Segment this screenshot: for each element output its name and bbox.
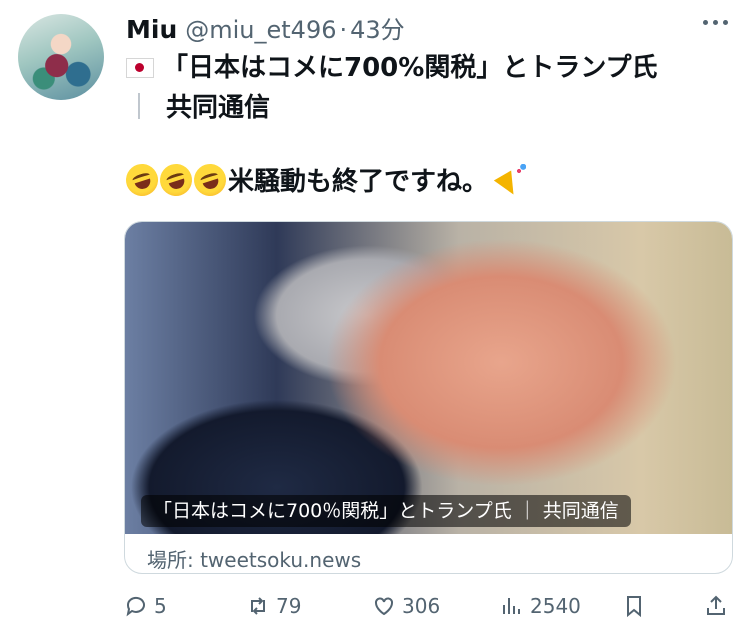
share-button[interactable] (704, 594, 728, 618)
repost-icon (251, 597, 265, 615)
view-count: 2540 (530, 594, 581, 618)
post-text-line-1: 「日本はコメに700%関税」とトランプ氏 (126, 48, 730, 88)
post-text-line-2: ｜ 共同通信 (126, 88, 730, 128)
avatar[interactable] (18, 14, 104, 100)
heart-icon (375, 597, 393, 616)
card-caption: 「日本はコメに700％関税」とトランプ氏 ｜ 共同通信 (141, 495, 631, 527)
post-time[interactable]: 43分 (350, 10, 405, 45)
author-name[interactable]: Miu (126, 15, 177, 44)
author-handle[interactable]: @miu_et496 (185, 16, 336, 44)
views-icon (503, 598, 520, 614)
reply-count: 5 (154, 594, 167, 618)
views-button[interactable]: 2540 (500, 594, 581, 618)
source-separator: ｜ (126, 93, 153, 123)
share-icon (707, 595, 725, 615)
bookmark-button[interactable] (622, 594, 646, 618)
like-button[interactable]: 306 (372, 594, 440, 618)
laugh-icon (155, 159, 197, 201)
laugh-icon (121, 159, 163, 201)
post-comment: 米騒動も終了ですね。 (228, 167, 489, 197)
reply-button[interactable]: 5 (124, 594, 167, 618)
repost-count: 79 (276, 594, 302, 618)
link-card[interactable]: 「日本はコメに700％関税」とトランプ氏 ｜ 共同通信 場所: tweetsok… (124, 221, 733, 574)
post-headline: 「日本はコメに700%関税」とトランプ氏 (162, 53, 658, 83)
post-text-line-3: 米騒動も終了ですね。 (121, 159, 730, 202)
separator-dot: · (339, 16, 348, 44)
like-count: 306 (402, 594, 441, 618)
more-options-icon[interactable] (703, 20, 728, 25)
japan-flag-icon (126, 58, 154, 78)
laugh-icon (189, 159, 231, 201)
party-popper-icon (494, 164, 528, 198)
post-source: 共同通信 (166, 93, 271, 123)
reply-icon (126, 596, 145, 617)
post-header: Miu @miu_et496 · 43分 (126, 10, 732, 44)
action-bar: 5 79 306 2540 (124, 594, 734, 624)
repost-button[interactable]: 79 (246, 594, 301, 618)
card-source: 場所: tweetsoku.news (147, 548, 362, 572)
bookmark-icon (627, 596, 641, 618)
card-image[interactable] (125, 222, 732, 534)
